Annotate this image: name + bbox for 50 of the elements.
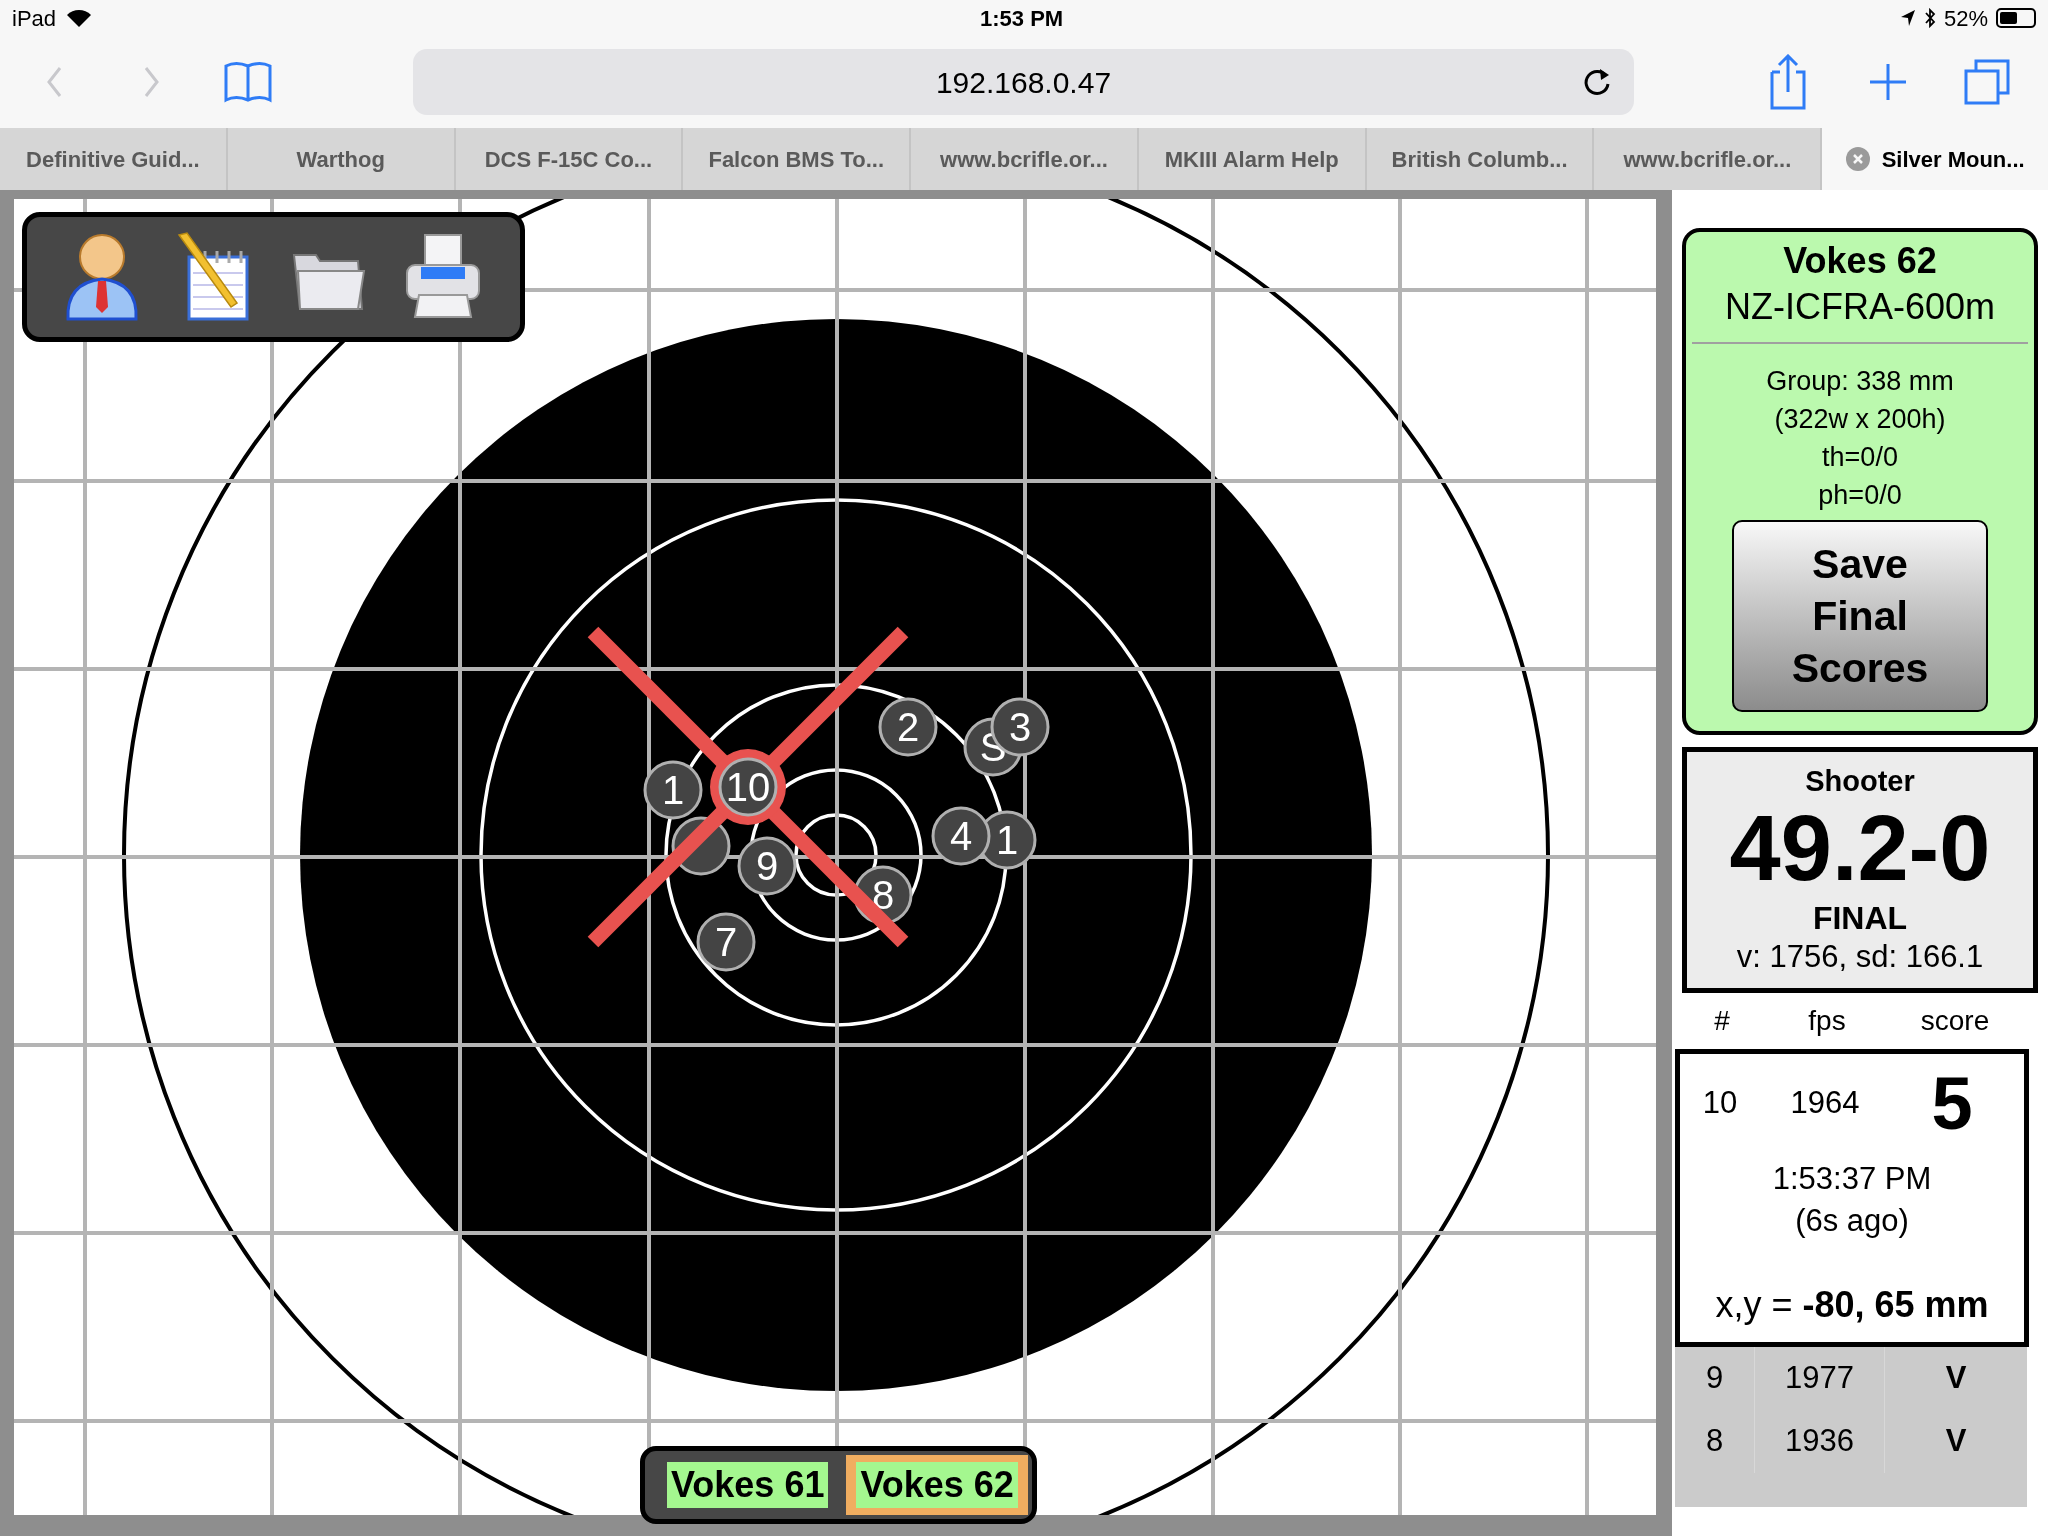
browser-tab[interactable]: Silver Moun...	[1822, 128, 2048, 190]
table-cell-text: V	[1944, 1359, 1968, 1398]
share-button[interactable]	[1768, 54, 1808, 110]
shooter-name: Vokes 62	[1783, 239, 1937, 283]
shot-marker[interactable]: 8	[853, 865, 913, 925]
table-cell: 9	[1675, 1347, 1755, 1410]
table-cell: 1936	[1755, 1410, 1885, 1473]
shot-marker[interactable]: 2	[878, 697, 938, 757]
bookmarks-button[interactable]	[224, 60, 272, 104]
group-stat: ph=0/0	[1818, 479, 1902, 512]
shot-marker[interactable]: 1	[643, 760, 703, 820]
shot-position: x,y = -80, 65 mm	[1715, 1283, 1989, 1327]
new-tab-button[interactable]	[1868, 62, 1908, 102]
column-header: score	[1919, 1004, 1991, 1038]
course-name: NZ-ICFRA-600m	[1725, 285, 1995, 329]
shooter-tab[interactable]: Vokes 62	[846, 1455, 1028, 1515]
shot-marker[interactable]: 7	[696, 912, 756, 972]
save-button[interactable]: Save Final Scores	[1732, 520, 1988, 712]
bluetooth-icon	[1923, 8, 1936, 28]
score-label: Shooter	[1805, 764, 1915, 798]
column-header: fps	[1807, 1004, 1847, 1038]
score-total: 49.2-0	[1729, 798, 1991, 898]
shot-marker[interactable]	[671, 816, 731, 876]
group-stat: th=0/0	[1822, 441, 1898, 474]
reload-icon	[1582, 66, 1612, 98]
column-header: #	[1713, 1004, 1731, 1038]
table-cell-text: V	[1944, 1422, 1968, 1461]
wifi-icon	[66, 8, 93, 28]
table-cell: 8	[1675, 1410, 1755, 1473]
address-bar[interactable]: 192.168.0.47	[413, 49, 1634, 115]
shot-marker[interactable]: 4	[931, 806, 991, 866]
shot-time: 1:53:37 PM	[1772, 1160, 1932, 1198]
shot-marker[interactable]: 9	[737, 836, 797, 896]
table-cell: 1977	[1755, 1347, 1885, 1410]
score-status: FINAL	[1812, 899, 1908, 938]
group-stat: (322w x 200h)	[1774, 403, 1946, 436]
location-icon	[1899, 9, 1916, 27]
clock: 1:53 PM	[980, 4, 1064, 33]
battery-percent: 52%	[1943, 4, 1988, 33]
battery-icon	[1996, 8, 2036, 28]
tabs-button[interactable]	[1964, 59, 2010, 105]
device-name: iPad	[12, 4, 57, 33]
shot-fps: 1964	[1789, 1083, 1861, 1122]
velocity-stats: v: 1756, sd: 166.1	[1736, 938, 1984, 976]
close-icon[interactable]	[1845, 147, 1870, 171]
shot-age: (6s ago)	[1795, 1202, 1909, 1240]
shot-score: 5	[1930, 1060, 1974, 1147]
shot-number: 10	[1701, 1083, 1739, 1122]
shot-marker[interactable]: 10	[710, 749, 786, 825]
group-stat: Group: 338 mm	[1766, 365, 1954, 398]
